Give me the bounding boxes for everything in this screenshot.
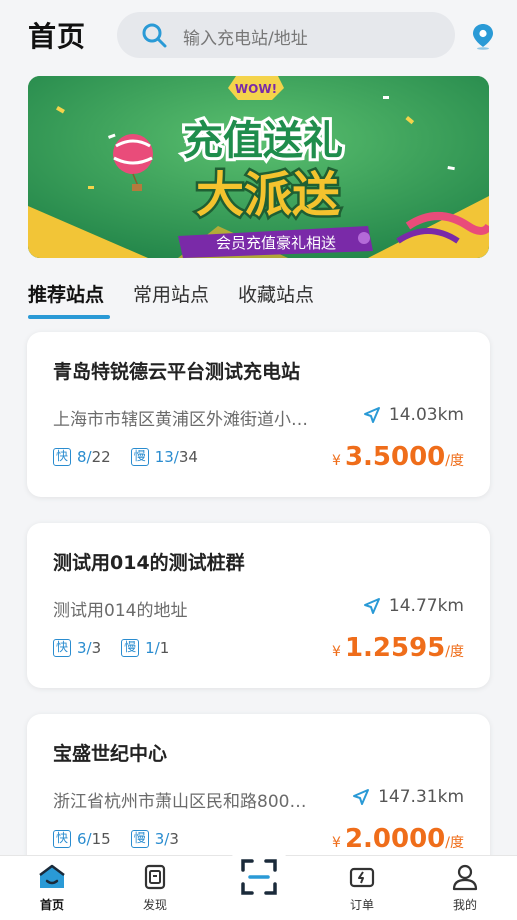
navigate-arrow-icon bbox=[353, 789, 370, 805]
station-address: 测试用014的地址 bbox=[53, 601, 188, 621]
location-pin-icon[interactable] bbox=[470, 22, 496, 50]
slow-total: 3 bbox=[169, 830, 179, 848]
station-distance[interactable]: 14.77km bbox=[363, 596, 464, 616]
nav-discover[interactable]: 发现 bbox=[125, 862, 185, 913]
bottom-nav-bar: 首页 发现 订单 我的 bbox=[0, 842, 517, 920]
banner-line2: 大派送 bbox=[196, 167, 340, 223]
fast-badge: 快 bbox=[53, 830, 71, 848]
price-currency: ¥ bbox=[332, 644, 341, 660]
price-unit: /度 bbox=[445, 453, 464, 469]
fast-total: 3 bbox=[91, 639, 102, 657]
promo-banner[interactable]: WOW! 充值送礼 大派送 会员充值豪礼相送 bbox=[28, 76, 489, 258]
slow-free: 13 bbox=[154, 448, 174, 466]
slow-free: 3 bbox=[154, 830, 165, 848]
station-name: 宝盛世纪中心 bbox=[53, 743, 168, 765]
station-name: 青岛特锐德云平台测试充电站 bbox=[53, 361, 301, 383]
slow-badge: 慢 bbox=[130, 448, 149, 466]
fast-charger-count: 快 6/15 bbox=[53, 830, 111, 848]
fast-free: 3 bbox=[77, 639, 87, 657]
station-price: ¥ 3.5000 /度 bbox=[332, 442, 464, 472]
price-value: 2.0000 bbox=[344, 824, 446, 854]
search-placeholder[interactable]: 输入充电站/地址 bbox=[183, 24, 308, 49]
nav-mine-label: 我的 bbox=[452, 898, 477, 912]
station-price: ¥ 2.0000 /度 bbox=[332, 824, 464, 854]
tab-recommended[interactable]: 推荐站点 bbox=[28, 280, 104, 307]
fast-badge: 快 bbox=[53, 448, 71, 466]
active-tab-indicator bbox=[28, 315, 110, 319]
banner-ribbon-text: 会员充值豪礼相送 bbox=[216, 234, 336, 252]
fast-total: 22 bbox=[91, 448, 111, 466]
charger-availability: 快 3/3 慢 1/1 bbox=[53, 639, 189, 657]
promo-banner-art: WOW! 充值送礼 大派送 会员充值豪礼相送 bbox=[28, 76, 489, 258]
station-price: ¥ 1.2595 /度 bbox=[332, 633, 464, 663]
nav-home-label: 首页 bbox=[39, 898, 64, 912]
station-address: 上海市市辖区黄浦区外滩街道小… bbox=[53, 410, 308, 430]
page-title: 首页 bbox=[28, 20, 87, 53]
charger-availability: 快 8/22 慢 13/34 bbox=[53, 448, 218, 466]
station-distance[interactable]: 147.31km bbox=[352, 787, 464, 807]
nav-mine[interactable]: 我的 bbox=[435, 862, 495, 913]
search-icon bbox=[142, 23, 167, 48]
home-icon bbox=[39, 864, 65, 888]
slow-charger-count: 慢 1/1 bbox=[121, 639, 169, 657]
discover-icon bbox=[144, 864, 166, 890]
distance-value: 14.03km bbox=[388, 405, 464, 425]
tab-frequent[interactable]: 常用站点 bbox=[133, 280, 209, 307]
slow-badge: 慢 bbox=[130, 830, 149, 848]
station-card[interactable]: 测试用014的测试桩群 测试用014的地址 14.77km 快 3/3 慢 1/… bbox=[27, 523, 490, 688]
nav-orders[interactable]: 订单 bbox=[332, 862, 392, 913]
nav-orders-label: 订单 bbox=[349, 898, 374, 912]
top-header: 首页 输入充电站/地址 bbox=[0, 0, 517, 72]
fast-free: 6 bbox=[77, 830, 87, 848]
price-value: 1.2595 bbox=[344, 633, 446, 663]
station-distance[interactable]: 14.03km bbox=[363, 405, 464, 425]
scan-button[interactable] bbox=[226, 842, 292, 908]
price-unit: /度 bbox=[445, 835, 464, 851]
fast-charger-count: 快 8/22 bbox=[53, 448, 111, 466]
slow-charger-count: 慢 13/34 bbox=[130, 448, 198, 466]
slow-total: 34 bbox=[178, 448, 198, 466]
slow-badge: 慢 bbox=[121, 639, 140, 657]
price-value: 3.5000 bbox=[344, 442, 446, 472]
station-card[interactable]: 青岛特锐德云平台测试充电站 上海市市辖区黄浦区外滩街道小… 14.03km 快 … bbox=[27, 332, 490, 497]
station-tabs: 推荐站点 常用站点 收藏站点 bbox=[0, 276, 517, 322]
distance-value: 14.77km bbox=[388, 596, 464, 616]
scan-icon bbox=[241, 859, 277, 895]
slow-free: 1 bbox=[145, 639, 155, 657]
banner-line1: 充值送礼 bbox=[183, 118, 343, 164]
fast-badge: 快 bbox=[53, 639, 71, 657]
tab-favorites[interactable]: 收藏站点 bbox=[238, 280, 314, 307]
banner-wow-badge: WOW! bbox=[235, 82, 277, 96]
nav-home[interactable]: 首页 bbox=[22, 862, 82, 913]
slow-charger-count: 慢 3/3 bbox=[130, 830, 179, 848]
fast-charger-count: 快 3/3 bbox=[53, 639, 101, 657]
fast-total: 15 bbox=[91, 830, 111, 848]
price-unit: /度 bbox=[445, 644, 464, 660]
charger-availability: 快 6/15 慢 3/3 bbox=[53, 830, 199, 848]
price-currency: ¥ bbox=[332, 835, 341, 851]
fast-free: 8 bbox=[77, 448, 87, 466]
slow-total: 1 bbox=[159, 639, 170, 657]
nav-discover-label: 发现 bbox=[142, 898, 167, 912]
distance-value: 147.31km bbox=[378, 787, 464, 807]
station-name: 测试用014的测试桩群 bbox=[53, 552, 245, 574]
order-icon bbox=[349, 867, 375, 888]
station-address: 浙江省杭州市萧山区民和路800… bbox=[53, 792, 307, 812]
profile-icon bbox=[452, 864, 478, 891]
price-currency: ¥ bbox=[332, 453, 341, 469]
navigate-arrow-icon bbox=[363, 407, 380, 423]
navigate-arrow-icon bbox=[363, 598, 380, 614]
search-bar[interactable]: 输入充电站/地址 bbox=[117, 12, 455, 58]
